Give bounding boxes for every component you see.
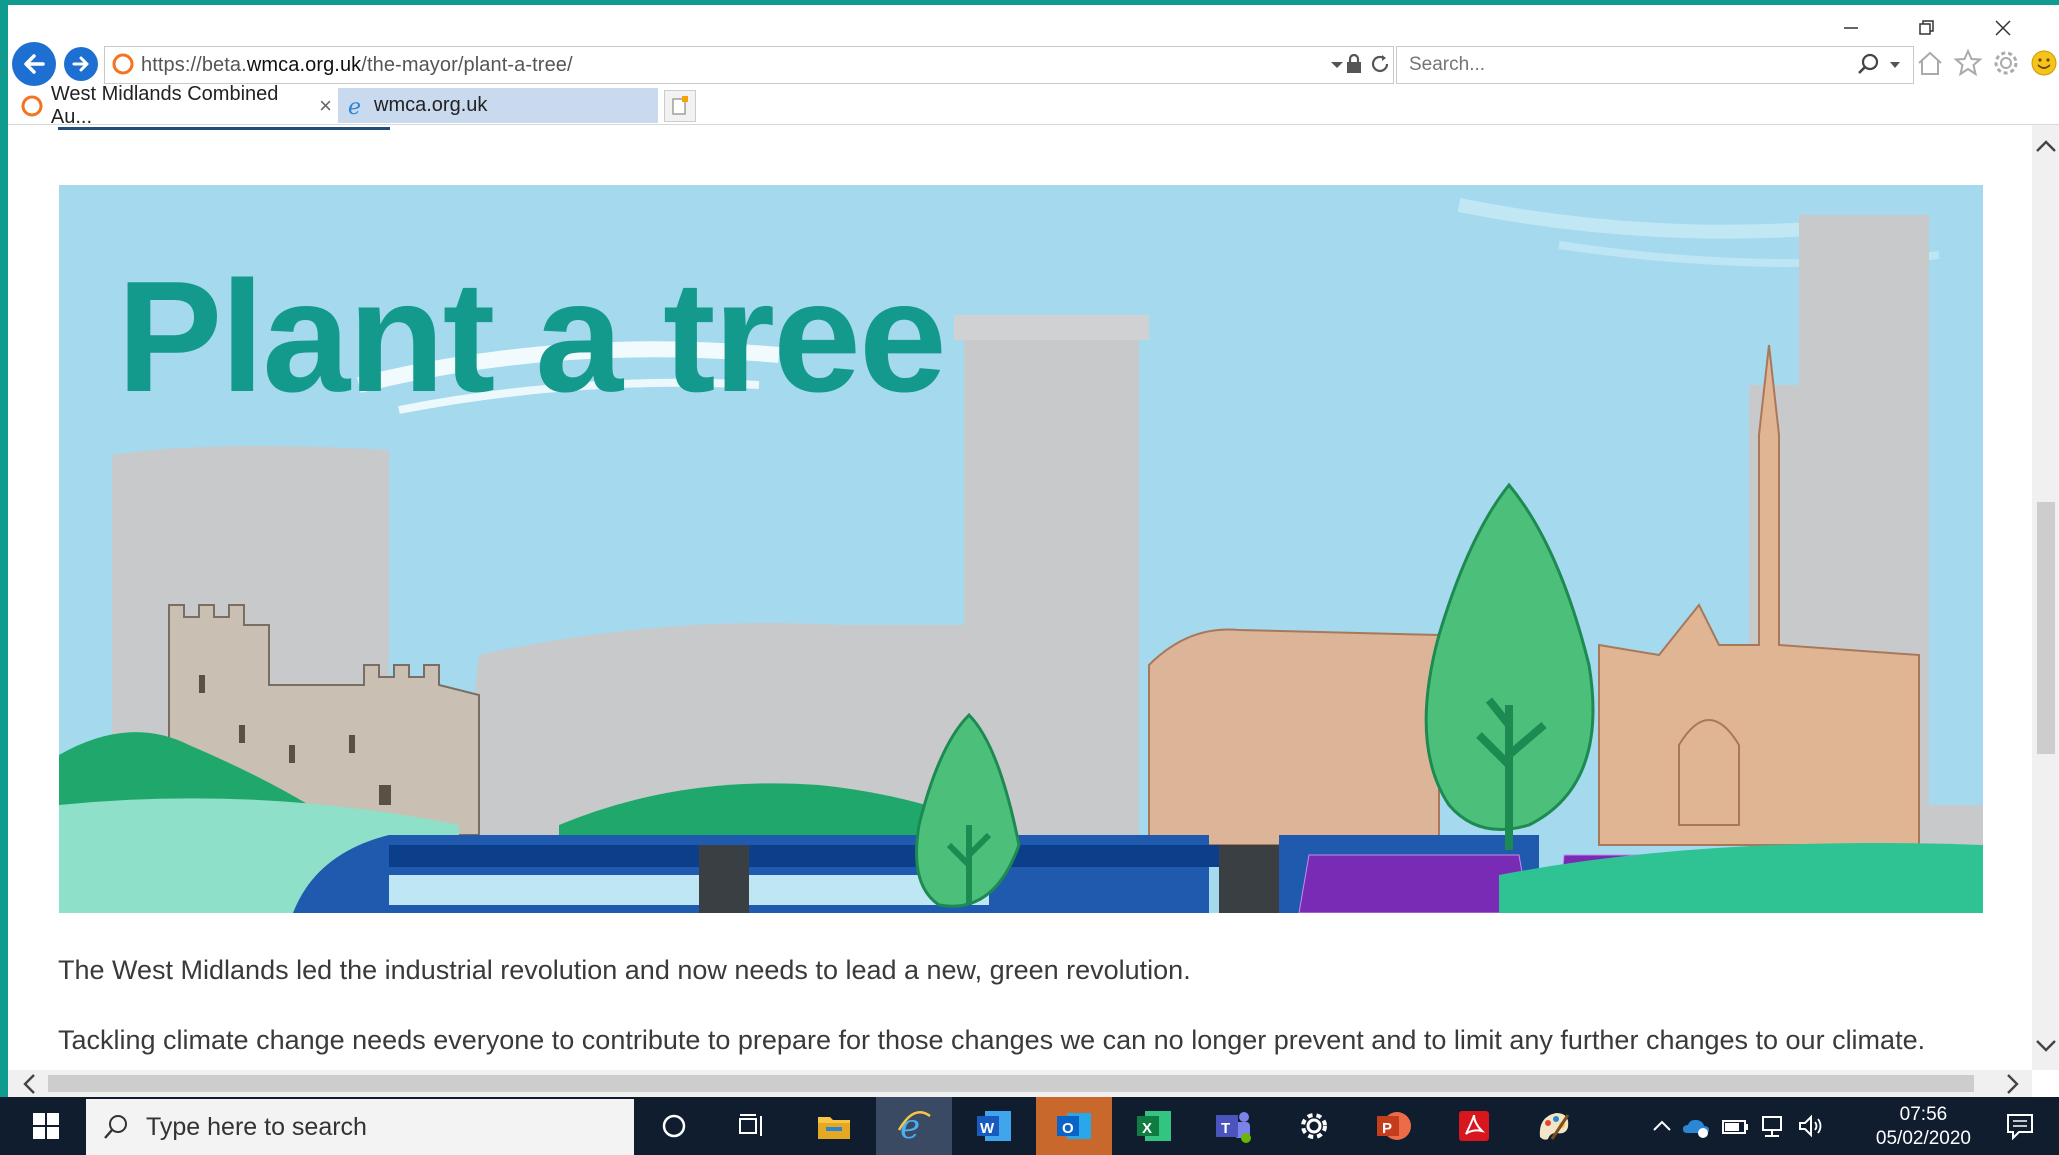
- outlook-button[interactable]: O: [1036, 1097, 1112, 1155]
- climate-paragraph: Tackling climate change needs everyone t…: [58, 1025, 1926, 1055]
- cortana-button[interactable]: [636, 1097, 712, 1155]
- word-icon: W: [977, 1111, 1011, 1141]
- tab-close-button[interactable]: ×: [319, 93, 332, 119]
- excel-icon: X: [1137, 1111, 1171, 1141]
- close-icon: [1995, 20, 2011, 36]
- task-view-button[interactable]: [714, 1097, 790, 1155]
- back-arrow-icon: [24, 54, 45, 74]
- internet-explorer-button[interactable]: e: [876, 1097, 952, 1155]
- gear-icon: [1301, 1113, 1327, 1139]
- address-bar[interactable]: https://beta.wmca.org.uk/the-mayor/plant…: [104, 46, 1394, 84]
- favorites-star-icon[interactable]: [1953, 48, 1983, 78]
- network-icon[interactable]: [1759, 1113, 1787, 1139]
- vertical-scroll-thumb[interactable]: [2037, 502, 2055, 754]
- refresh-icon[interactable]: [1369, 53, 1391, 75]
- svg-text:O: O: [1062, 1120, 1074, 1137]
- hero-title: Plant a tree: [117, 249, 947, 425]
- search-icon: [104, 1115, 127, 1139]
- task-view-icon: [739, 1114, 762, 1136]
- horizontal-scroll-thumb[interactable]: [48, 1075, 1974, 1092]
- scroll-down-icon[interactable]: [2034, 1033, 2058, 1057]
- notification-center-icon[interactable]: [2005, 1112, 2035, 1140]
- acrobat-icon: [1459, 1111, 1489, 1141]
- restore-icon: [1919, 20, 1934, 35]
- search-icon[interactable]: [1857, 52, 1881, 76]
- new-tab-icon: [672, 96, 688, 115]
- volume-icon[interactable]: [1797, 1113, 1825, 1139]
- forward-arrow-icon: [72, 56, 89, 72]
- page-content: Plant a tree The West Midlands led the i…: [8, 125, 2032, 1070]
- teams-icon: T: [1216, 1112, 1251, 1143]
- home-icon[interactable]: [1915, 48, 1945, 78]
- window-frame-top: [0, 0, 2059, 5]
- vertical-scrollbar[interactable]: [2032, 125, 2059, 1070]
- search-dropdown-icon[interactable]: [1889, 61, 1901, 69]
- taskbar-clock[interactable]: 07:56 05/02/2020: [1876, 1103, 1971, 1151]
- tab-bar: West Midlands Combined Au... × e wmca.or…: [8, 83, 2059, 128]
- tab-label: wmca.org.uk: [374, 94, 488, 116]
- excel-button[interactable]: X: [1116, 1097, 1192, 1155]
- navigation-bar: https://beta.wmca.org.uk/the-mayor/plant…: [8, 40, 2059, 90]
- url-text: https://beta.wmca.org.uk/the-mayor/plant…: [141, 53, 573, 76]
- clock-time: 07:56: [1899, 1104, 1948, 1125]
- cortana-icon: [662, 1114, 686, 1138]
- svg-text:W: W: [980, 1120, 995, 1137]
- forward-button[interactable]: [64, 47, 98, 81]
- paint-button[interactable]: [1516, 1097, 1592, 1155]
- scroll-right-icon[interactable]: [2000, 1072, 2024, 1096]
- internet-explorer-icon: e: [897, 1108, 931, 1144]
- smiley-feedback-icon[interactable]: [2029, 48, 2059, 78]
- back-button[interactable]: [12, 42, 56, 86]
- tab-wmca[interactable]: e wmca.org.uk: [338, 88, 658, 123]
- site-favicon-icon: [112, 53, 134, 75]
- battery-icon[interactable]: [1721, 1113, 1749, 1139]
- horizontal-scrollbar[interactable]: [8, 1070, 2032, 1097]
- powerpoint-icon: P: [1377, 1112, 1411, 1140]
- onedrive-icon[interactable]: [1681, 1113, 1711, 1139]
- ie-favicon-icon: e: [348, 95, 361, 118]
- tab-west-midlands[interactable]: West Midlands Combined Au... ×: [14, 83, 332, 128]
- new-tab-button[interactable]: [664, 90, 696, 122]
- hero-banner: Plant a tree: [59, 185, 1983, 913]
- svg-text:X: X: [1142, 1120, 1152, 1137]
- settings-button[interactable]: [1276, 1097, 1352, 1155]
- svg-text:e: e: [348, 95, 361, 118]
- intro-paragraph: The West Midlands led the industrial rev…: [58, 955, 1191, 985]
- browser-search-input[interactable]: [1407, 53, 1831, 77]
- minimize-icon: [1844, 27, 1858, 29]
- taskbar-search-placeholder: Type here to search: [146, 1112, 367, 1141]
- scroll-up-icon[interactable]: [2034, 135, 2058, 159]
- acrobat-button[interactable]: [1436, 1097, 1512, 1155]
- file-explorer-button[interactable]: [796, 1097, 872, 1155]
- lock-icon[interactable]: [1345, 53, 1363, 75]
- file-explorer-icon: [818, 1117, 850, 1139]
- scroll-left-icon[interactable]: [18, 1072, 42, 1096]
- powerpoint-button[interactable]: P: [1356, 1097, 1432, 1155]
- start-button[interactable]: [18, 1097, 74, 1155]
- windows-taskbar: Type here to search e W O X T P 07:56 05…: [0, 1097, 2059, 1155]
- browser-toolbar-icons: [1915, 48, 2059, 78]
- word-button[interactable]: W: [956, 1097, 1032, 1155]
- dropdown-arrow-icon[interactable]: [1330, 60, 1344, 70]
- tab-label: West Midlands Combined Au...: [50, 82, 279, 128]
- site-favicon-icon: [21, 95, 43, 116]
- paint-icon: [1539, 1113, 1570, 1140]
- windows-logo-icon: [33, 1113, 59, 1139]
- teams-button[interactable]: T: [1196, 1097, 1272, 1155]
- window-frame-left: [0, 0, 8, 1100]
- svg-text:P: P: [1382, 1120, 1392, 1137]
- browser-search-bar[interactable]: [1396, 46, 1914, 84]
- outlook-icon: O: [1057, 1113, 1091, 1139]
- chevron-up-icon[interactable]: [1651, 1115, 1673, 1137]
- clock-date: 05/02/2020: [1875, 1128, 1971, 1149]
- section-underline: [58, 127, 390, 130]
- taskbar-search-box[interactable]: Type here to search: [86, 1099, 634, 1155]
- gear-icon[interactable]: [1991, 48, 2021, 78]
- svg-text:T: T: [1221, 1120, 1230, 1137]
